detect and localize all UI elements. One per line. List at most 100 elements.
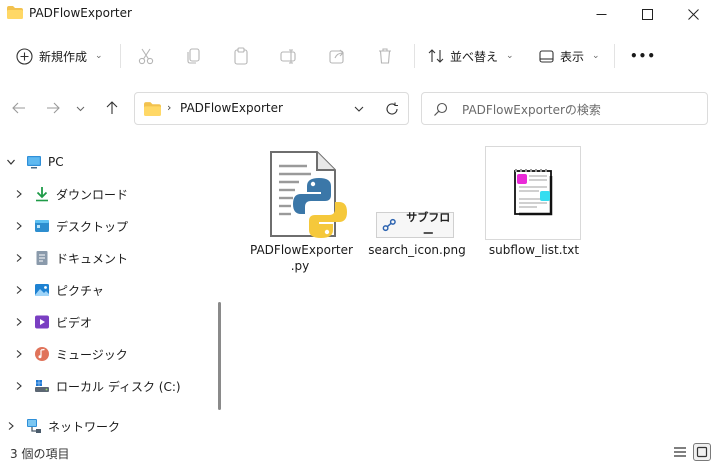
- download-icon: [36, 187, 48, 202]
- nav-item-documents[interactable]: ドキュメント: [0, 246, 212, 270]
- image-thumbnail-icon: サブフロー: [376, 211, 454, 240]
- close-button[interactable]: [670, 0, 716, 28]
- search-placeholder: PADFlowExporterの検索: [462, 103, 601, 117]
- divider: [614, 44, 615, 68]
- divider: [414, 44, 415, 68]
- maximize-icon: [641, 8, 653, 20]
- nav-label: ローカル ディスク (C:): [56, 379, 181, 394]
- chevron-right-icon[interactable]: [14, 349, 24, 359]
- file-name: PADFlowExporter: [250, 243, 353, 257]
- more-options-button[interactable]: •••: [630, 42, 656, 70]
- recent-locations-button[interactable]: [72, 97, 88, 119]
- minimize-icon: [596, 13, 606, 15]
- video-icon: [35, 315, 49, 329]
- file-name: search_icon.png: [368, 243, 466, 257]
- nav-scrollbar-thumb[interactable]: [218, 302, 221, 410]
- chevron-right-icon[interactable]: [14, 317, 24, 327]
- document-icon: [36, 251, 48, 265]
- arrow-left-icon: [12, 102, 25, 114]
- back-button[interactable]: [8, 97, 30, 119]
- large-icons-view-button[interactable]: [693, 443, 711, 461]
- view-label: 表示: [560, 49, 585, 64]
- chevron-down-icon: ⌄: [95, 51, 103, 61]
- nav-label: ビデオ: [56, 315, 93, 330]
- folder-icon: [7, 6, 23, 19]
- navigation-pane: PC ダウンロード デスクトップ ドキュメント ピクチャ ビデオ ミュージック …: [0, 140, 215, 440]
- list-view-icon: [674, 447, 686, 457]
- nav-item-desktop[interactable]: デスクトップ: [0, 214, 212, 238]
- chevron-expanded-icon[interactable]: [6, 157, 16, 167]
- nav-label: ミュージック: [56, 347, 128, 362]
- text-file-icon: [485, 146, 581, 240]
- tiles-view-icon: [696, 446, 708, 458]
- chevron-down-icon: ⌄: [592, 51, 600, 61]
- arrow-up-icon: [106, 101, 118, 114]
- new-label: 新規作成: [39, 49, 88, 64]
- divider: [120, 44, 121, 68]
- chevron-right-icon[interactable]: [14, 253, 24, 263]
- file-item[interactable]: subflow_list.txt: [484, 146, 584, 276]
- item-count: 3 個の項目: [10, 447, 70, 461]
- nav-item-pictures[interactable]: ピクチャ: [0, 278, 212, 302]
- disk-icon: [35, 380, 49, 392]
- nav-item-music[interactable]: ミュージック: [0, 342, 212, 366]
- paste-icon[interactable]: [231, 46, 251, 66]
- chevron-right-icon[interactable]: [14, 381, 24, 391]
- more-icon: •••: [630, 49, 657, 63]
- breadcrumb-separator[interactable]: ›: [167, 101, 171, 114]
- file-name-extension: .py: [290, 259, 310, 273]
- maximize-button[interactable]: [624, 0, 670, 28]
- chevron-right-icon[interactable]: [6, 421, 16, 431]
- nav-item-local-disk[interactable]: ローカル ディスク (C:): [0, 374, 212, 398]
- sort-button[interactable]: 並べ替え ⌄: [428, 42, 514, 70]
- minimize-button[interactable]: [578, 0, 624, 28]
- python-file-icon: [270, 151, 347, 238]
- details-view-button[interactable]: [671, 443, 689, 461]
- folder-icon: [144, 102, 161, 116]
- status-bar: 3 個の項目: [0, 440, 716, 463]
- file-list: PADFlowExporter .py サブフロー search_icon.pn…: [230, 134, 716, 440]
- chevron-right-icon[interactable]: [14, 221, 24, 231]
- copy-icon[interactable]: [184, 46, 204, 66]
- breadcrumb-segment[interactable]: PADFlowExporter: [180, 101, 283, 115]
- chevron-down-icon: [76, 106, 84, 111]
- desktop-icon: [35, 220, 49, 232]
- file-item[interactable]: PADFlowExporter .py: [250, 146, 353, 276]
- search-box[interactable]: PADFlowExporterの検索: [421, 92, 708, 125]
- delete-icon[interactable]: [375, 46, 395, 66]
- forward-button[interactable]: [42, 97, 64, 119]
- nav-item-downloads[interactable]: ダウンロード: [0, 182, 212, 206]
- nav-item-video[interactable]: ビデオ: [0, 310, 212, 334]
- cut-icon[interactable]: [136, 46, 156, 66]
- nav-label: PC: [48, 155, 64, 169]
- nav-label: ピクチャ: [56, 283, 104, 298]
- share-icon[interactable]: [327, 46, 347, 66]
- up-button[interactable]: [101, 97, 123, 119]
- refresh-icon[interactable]: [385, 102, 399, 116]
- chevron-down-icon[interactable]: [353, 103, 365, 115]
- file-name: subflow_list.txt: [488, 243, 580, 257]
- window-title: PADFlowExporter: [29, 6, 132, 20]
- address-bar[interactable]: › PADFlowExporter: [134, 92, 409, 125]
- chevron-right-icon[interactable]: [14, 285, 24, 295]
- view-icon: [539, 49, 554, 63]
- pictures-icon: [35, 284, 49, 296]
- nav-label: ネットワーク: [48, 419, 121, 434]
- new-button[interactable]: 新規作成 ⌄: [16, 42, 103, 70]
- nav-label: ドキュメント: [56, 251, 129, 266]
- title-bar: PADFlowExporter: [0, 0, 716, 28]
- view-button[interactable]: 表示 ⌄: [539, 42, 600, 70]
- nav-item-network[interactable]: ネットワーク: [0, 414, 212, 438]
- nav-label: デスクトップ: [56, 219, 129, 234]
- nav-item-pc[interactable]: PC: [0, 150, 212, 174]
- thumbnail-text: サブフロー: [406, 211, 451, 240]
- rename-icon[interactable]: [279, 46, 299, 66]
- sort-label: 並べ替え: [450, 49, 499, 64]
- nav-label: ダウンロード: [56, 187, 129, 202]
- link-icon: [382, 218, 396, 232]
- search-icon: [434, 102, 448, 116]
- chevron-right-icon[interactable]: [14, 189, 24, 199]
- close-icon: [687, 8, 699, 20]
- chevron-down-icon: ⌄: [506, 51, 514, 61]
- file-item[interactable]: サブフロー search_icon.png: [367, 146, 467, 276]
